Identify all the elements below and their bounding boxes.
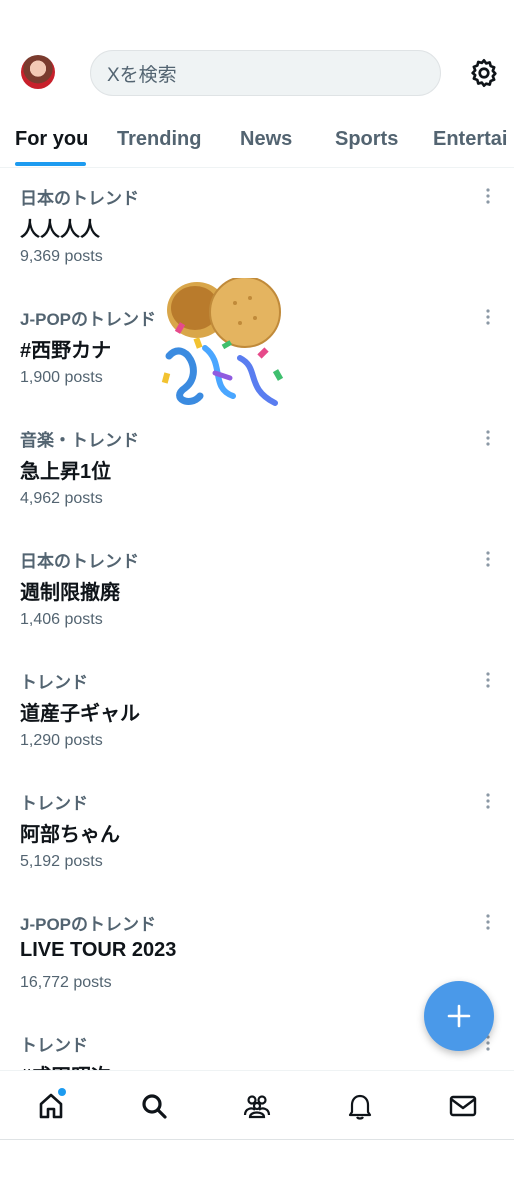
more-vertical-icon[interactable]	[481, 912, 495, 932]
tab-trending[interactable]: Trending	[117, 128, 201, 151]
tab-entertainment[interactable]: Entertai	[433, 128, 507, 151]
trend-post-count: 5,192 posts	[20, 853, 103, 870]
trend-title: 週制限撤廃	[20, 582, 120, 604]
search-input[interactable]: Xを検索	[90, 50, 441, 96]
messages-icon[interactable]	[448, 1091, 478, 1121]
trend-category: J-POPのトレンド	[20, 310, 157, 329]
trend-title: 道産子ギャル	[20, 703, 140, 725]
trend-category: 日本のトレンド	[20, 552, 139, 571]
more-vertical-icon[interactable]	[481, 670, 495, 690]
trend-category: トレンド	[20, 673, 88, 692]
trend-item[interactable]: 日本のトレンド 週制限撤廃 1,406 posts	[0, 531, 514, 652]
hashflag-confetti-icon	[161, 278, 284, 406]
more-vertical-icon[interactable]	[481, 186, 495, 206]
more-vertical-icon[interactable]	[481, 791, 495, 811]
trend-post-count: 16,772 posts	[20, 974, 112, 991]
communities-icon[interactable]	[242, 1091, 272, 1121]
trend-category: トレンド	[20, 794, 88, 813]
tab-sports[interactable]: Sports	[335, 128, 398, 151]
search-placeholder: Xを検索	[107, 64, 177, 86]
trend-post-count: 1,900 posts	[20, 369, 103, 386]
trend-category: 日本のトレンド	[20, 189, 139, 208]
notifications-icon[interactable]	[345, 1091, 375, 1121]
bottom-navigation	[0, 1070, 514, 1140]
trend-item[interactable]: トレンド 道産子ギャル 1,290 posts	[0, 652, 514, 773]
more-vertical-icon[interactable]	[481, 307, 495, 327]
compose-button[interactable]	[424, 981, 494, 1051]
trend-title: 人人人人	[20, 219, 100, 241]
trend-post-count: 9,369 posts	[20, 248, 103, 265]
gear-icon[interactable]	[468, 57, 500, 89]
home-notification-dot	[58, 1088, 66, 1096]
trend-post-count: 1,406 posts	[20, 611, 103, 628]
more-vertical-icon[interactable]	[481, 428, 495, 448]
trend-title: 急上昇1位	[20, 461, 112, 483]
trend-item[interactable]: 日本のトレンド 人人人人 9,369 posts	[0, 168, 514, 289]
search-icon[interactable]	[139, 1091, 169, 1121]
trend-category: J-POPのトレンド	[20, 915, 157, 934]
plus-icon	[447, 1004, 471, 1028]
avatar[interactable]	[21, 55, 55, 89]
trend-category: 音楽・トレンド	[20, 431, 139, 450]
trend-title: #西野カナ	[20, 340, 112, 362]
trend-post-count: 1,290 posts	[20, 732, 103, 749]
tab-bar: For you Trending News Sports Entertai	[0, 118, 514, 168]
trend-item[interactable]: トレンド 阿部ちゃん 5,192 posts	[0, 773, 514, 894]
tab-news[interactable]: News	[240, 128, 292, 151]
active-tab-indicator	[15, 162, 86, 166]
trend-post-count: 4,962 posts	[20, 490, 103, 507]
trend-item[interactable]: 音楽・トレンド 急上昇1位 4,962 posts	[0, 410, 514, 531]
trend-category: トレンド	[20, 1036, 88, 1055]
trend-title: 阿部ちゃん	[20, 824, 120, 846]
more-vertical-icon[interactable]	[481, 549, 495, 569]
tab-for-you[interactable]: For you	[15, 128, 88, 151]
trend-title: LIVE TOUR 2023	[20, 939, 177, 961]
